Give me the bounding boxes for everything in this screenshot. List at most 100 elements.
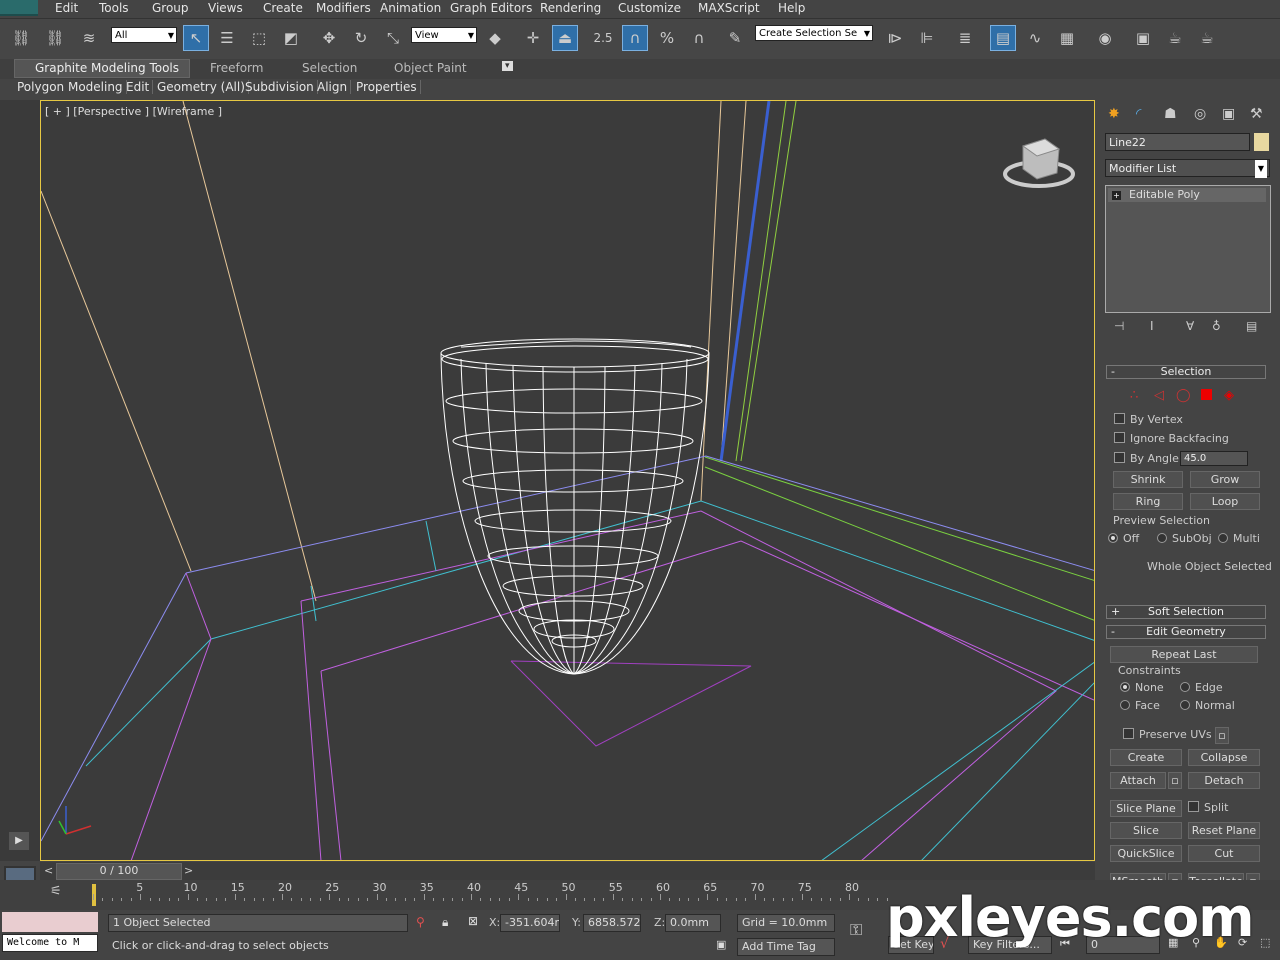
border-icon[interactable]: ◯ [1176, 388, 1191, 403]
maximize-toggle-icon[interactable]: ⬚ [1260, 936, 1270, 949]
constraint-edge-radio[interactable]: Edge [1180, 681, 1223, 694]
constraint-normal-radio[interactable]: Normal [1180, 699, 1235, 712]
curve-editor-icon[interactable]: ∿ [1022, 25, 1048, 51]
preview-subobj-radio[interactable]: SubObj [1157, 532, 1212, 545]
by-vertex-checkbox[interactable]: By Vertex [1114, 413, 1183, 426]
preserve-uvs-checkbox[interactable]: Preserve UVs [1123, 728, 1212, 741]
attach-list-icon[interactable]: ▫ [1168, 772, 1182, 789]
menu-edit[interactable]: Edit [55, 1, 78, 15]
angle-snap-icon[interactable]: ∩ [622, 25, 648, 51]
preview-off-radio[interactable]: Off [1108, 532, 1139, 545]
stack-item-editable-poly[interactable]: + Editable Poly [1108, 188, 1266, 202]
quickslice-button[interactable]: QuickSlice [1110, 845, 1182, 862]
shrink-button[interactable]: Shrink [1113, 471, 1183, 488]
modify-tab-icon[interactable]: ◜ [1136, 106, 1141, 122]
isolate-selection-icon[interactable]: ⚲ [416, 915, 425, 929]
hierarchy-tab-icon[interactable]: ☗ [1164, 106, 1177, 122]
edge-icon[interactable]: ◁ [1154, 388, 1164, 403]
absolute-mode-icon[interactable]: ⊠ [468, 914, 478, 928]
menu-create[interactable]: Create [263, 1, 303, 15]
preserve-uvs-settings-icon[interactable]: ▫ [1215, 727, 1229, 744]
loop-button[interactable]: Loop [1190, 493, 1260, 510]
polygon-icon[interactable] [1201, 389, 1212, 400]
panel-geometry-all[interactable]: Geometry (All) [154, 80, 249, 94]
rendered-frame-icon[interactable]: ☕ [1162, 25, 1188, 51]
ribbon-options-icon[interactable]: ▾ [502, 61, 513, 71]
rollout-selection[interactable]: - Selection [1106, 365, 1266, 379]
panel-edit[interactable]: Edit [123, 80, 154, 94]
rotate-icon[interactable]: ↻ [348, 25, 374, 51]
panel-align[interactable]: Align [314, 80, 352, 94]
layer-manager-icon[interactable]: ≣ [952, 25, 978, 51]
constraint-none-radio[interactable]: None [1120, 681, 1164, 694]
tab-object-paint[interactable]: Object Paint [394, 61, 467, 75]
material-editor-icon[interactable]: ◉ [1092, 25, 1118, 51]
menu-rendering[interactable]: Rendering [540, 1, 601, 15]
rect-selection-icon[interactable]: ⬚ [246, 25, 272, 51]
object-color-swatch[interactable] [1254, 133, 1269, 151]
menu-help[interactable]: Help [778, 1, 805, 15]
create-tab-icon[interactable]: ✸ [1108, 106, 1120, 122]
tab-graphite-modeling-tools[interactable]: Graphite Modeling Tools [14, 59, 191, 78]
maxscript-listener-output[interactable] [2, 912, 98, 932]
reset-plane-button[interactable]: Reset Plane [1188, 822, 1260, 839]
named-selection-dropdown[interactable]: Create Selection Se ▼ [755, 25, 873, 41]
collapse-button[interactable]: Collapse [1188, 749, 1260, 766]
select-by-name-icon[interactable]: ☰ [214, 25, 240, 51]
remove-modifier-icon[interactable]: ♁ [1212, 319, 1221, 333]
set-key-mode-icon[interactable]: ⚿ [850, 920, 862, 940]
element-icon[interactable]: ◈ [1224, 388, 1234, 403]
menu-views[interactable]: Views [208, 1, 243, 15]
select-object-icon[interactable]: ↖ [183, 25, 209, 51]
pin-stack-icon[interactable]: ⊣ [1114, 319, 1124, 333]
mirror-icon[interactable]: ⧐ [882, 25, 908, 51]
create-button[interactable]: Create [1110, 749, 1182, 766]
snaps-toggle-icon[interactable]: 2.5 [590, 25, 616, 51]
menu-modifiers[interactable]: Modifiers [316, 1, 371, 15]
attach-button[interactable]: Attach [1110, 772, 1166, 789]
scale-icon[interactable]: ⤡ [380, 25, 406, 51]
preview-multi-radio[interactable]: Multi [1218, 532, 1260, 545]
window-crossing-icon[interactable]: ◩ [278, 25, 304, 51]
time-slider[interactable]: < 0 / 100 > [40, 862, 1095, 880]
unlink-icon[interactable]: ⛓ [42, 25, 68, 51]
prev-frame-icon[interactable]: < [44, 864, 53, 877]
selection-lock-icon[interactable]: 🔒︎ [442, 915, 448, 930]
modifier-list-dropdown[interactable]: Modifier List ▼ [1105, 159, 1270, 178]
maximize-viewport-icon[interactable]: ▶ [9, 832, 29, 850]
menu-animation[interactable]: Animation [380, 1, 441, 15]
display-tab-icon[interactable]: ▣ [1222, 106, 1235, 122]
configure-sets-icon[interactable]: ▤ [1246, 319, 1257, 333]
move-icon[interactable]: ✥ [316, 25, 342, 51]
reference-coordinate-dropdown[interactable]: View ▼ [411, 27, 477, 43]
perspective-viewport[interactable]: [ + ] [Perspective ] [Wireframe ] [40, 100, 1095, 861]
next-frame-icon[interactable]: > [184, 864, 193, 877]
constraint-face-radio[interactable]: Face [1120, 699, 1160, 712]
angle-spinner[interactable]: 45.0 [1180, 451, 1248, 466]
motion-tab-icon[interactable]: ◎ [1194, 106, 1206, 122]
cut-button[interactable]: Cut [1188, 845, 1260, 862]
grow-button[interactable]: Grow [1190, 471, 1260, 488]
tab-selection[interactable]: Selection [302, 61, 357, 75]
detach-button[interactable]: Detach [1188, 772, 1260, 789]
app-logo-icon[interactable] [0, 0, 38, 16]
repeat-last-button[interactable]: Repeat Last [1110, 646, 1258, 663]
schematic-view-icon[interactable]: ▦ [1054, 25, 1080, 51]
split-checkbox[interactable]: Split [1188, 801, 1228, 814]
viewport-label[interactable]: [ + ] [Perspective ] [Wireframe ] [45, 105, 222, 118]
expand-icon[interactable]: + [1112, 191, 1121, 200]
align-icon[interactable]: ⊫ [914, 25, 940, 51]
keyboard-shortcut-override-icon[interactable]: ⏏ [552, 25, 578, 51]
time-tag-icon[interactable]: ▣ [716, 938, 726, 951]
tab-freeform[interactable]: Freeform [210, 61, 263, 75]
edit-named-selection-icon[interactable]: ✎ [722, 25, 748, 51]
menu-graph-editors[interactable]: Graph Editors [450, 1, 532, 15]
bind-space-warp-icon[interactable]: ≋ [76, 25, 102, 51]
maxscript-input[interactable]: Welcome to M [2, 934, 98, 952]
ring-button[interactable]: Ring [1113, 493, 1183, 510]
panel-polygon-modeling[interactable]: Polygon Modeling [14, 80, 127, 94]
rollout-edit-geometry[interactable]: - Edit Geometry [1106, 625, 1266, 639]
selection-filter-dropdown[interactable]: All ▼ [111, 27, 177, 43]
x-coordinate-field[interactable]: -351.604m [500, 914, 560, 932]
make-unique-icon[interactable]: ∀ [1186, 319, 1194, 333]
